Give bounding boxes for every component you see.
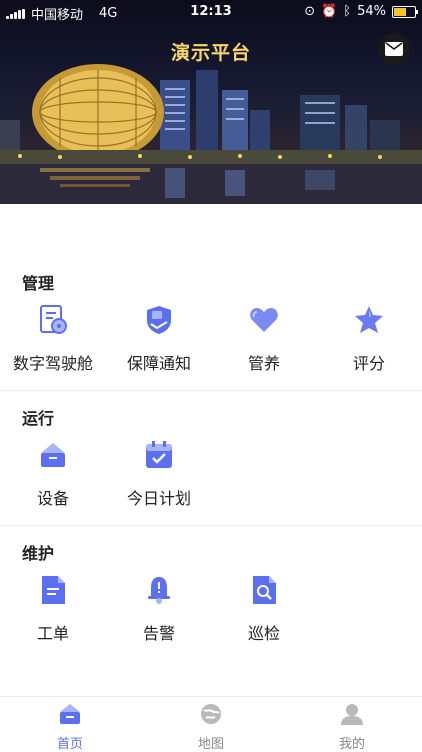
- battery-percent: 54%: [357, 4, 386, 19]
- battery-icon: [392, 5, 418, 18]
- menu-item-guarantee-notice[interactable]: 保障通知: [106, 304, 212, 374]
- inspection-icon: [253, 576, 276, 604]
- profile-icon: [341, 704, 363, 725]
- section-manage: 管理 数字驾驶舱 保障通知 管养 评分: [0, 204, 422, 390]
- tab-profile[interactable]: 我的: [282, 701, 422, 752]
- app-title: 演示平台: [170, 42, 251, 64]
- menu-item-label: 评分: [352, 354, 385, 373]
- calendar-icon: [146, 441, 172, 468]
- menu-item-label: 管养: [247, 354, 280, 373]
- rotation-lock-icon: ⊙: [304, 4, 316, 19]
- tab-label: 首页: [56, 737, 83, 752]
- section-label: 维护: [22, 544, 55, 563]
- menu-item-rating[interactable]: 评分: [316, 304, 422, 374]
- menu-item-device[interactable]: 设备: [0, 439, 106, 509]
- shield-notice-icon: [147, 306, 171, 334]
- dashboard-icon: [40, 305, 67, 334]
- bottom-tab-bar: 首页 地图 我的: [0, 696, 422, 752]
- heart-icon: [250, 308, 278, 332]
- section-label: 管理: [22, 274, 55, 293]
- alarm-bell-icon: [148, 577, 170, 604]
- section-label: 运行: [22, 409, 55, 428]
- menu-item-label: 保障通知: [126, 354, 191, 373]
- menu-item-label: 告警: [142, 624, 175, 643]
- section-maintain: 维护 工单 告警 巡检: [0, 526, 422, 676]
- status-bar: 中国移动 4G 12:13 ⊙ ⏰ ᛒ 54%: [0, 0, 422, 24]
- mail-icon: [385, 42, 403, 56]
- bluetooth-icon: ᛒ: [343, 4, 352, 19]
- menu-item-work-order[interactable]: 工单: [0, 574, 106, 644]
- menu-item-inspection[interactable]: 巡检: [211, 574, 317, 644]
- section-operation: 运行 设备 今日计划: [0, 391, 422, 525]
- menu-item-maintenance[interactable]: 管养: [211, 304, 317, 374]
- alarm-icon: ⏰: [321, 4, 338, 19]
- menu-item-alarm[interactable]: 告警: [106, 574, 212, 644]
- star-icon: [355, 306, 383, 333]
- menu-item-label: 今日计划: [126, 489, 191, 508]
- home-icon: [60, 704, 80, 724]
- tab-label: 我的: [338, 737, 365, 752]
- menu-item-label: 巡检: [247, 624, 280, 643]
- map-icon: [201, 704, 221, 724]
- message-button[interactable]: [378, 33, 410, 65]
- work-order-icon: [42, 576, 65, 604]
- menu-item-today-plan[interactable]: 今日计划: [106, 439, 212, 509]
- tab-label: 地图: [197, 737, 224, 752]
- menu-item-label: 数字驾驶舱: [12, 354, 93, 373]
- menu-item-digital-cockpit[interactable]: 数字驾驶舱: [0, 304, 106, 374]
- tab-map[interactable]: 地图: [141, 701, 281, 752]
- device-icon: [41, 443, 65, 467]
- menu-item-label: 设备: [36, 489, 69, 508]
- menu-item-label: 工单: [36, 624, 69, 643]
- tab-home[interactable]: 首页: [0, 701, 140, 752]
- city-skyline-image: [0, 64, 422, 204]
- header-banner: 演示平台: [0, 0, 422, 204]
